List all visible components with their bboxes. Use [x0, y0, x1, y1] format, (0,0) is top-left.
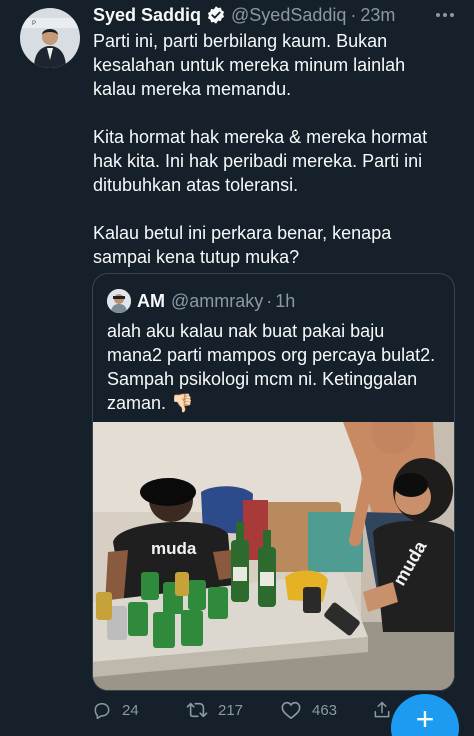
retweet-button[interactable]: 217: [186, 700, 243, 720]
tweet-actions: 24 217 463: [92, 696, 392, 724]
like-count: 463: [312, 701, 338, 719]
reply-count: 24: [122, 701, 139, 719]
shirt-logo-left: muda: [151, 539, 197, 558]
retweet-icon: [186, 702, 208, 718]
quoted-tweet-header: AM @ammraky · 1h: [107, 288, 295, 314]
tweet-text: Parti ini, parti berbilang kaum. Bukan k…: [93, 29, 453, 269]
reply-icon: [94, 703, 110, 720]
quoted-display-name: AM: [137, 290, 165, 311]
like-button[interactable]: 463: [280, 700, 337, 720]
handle[interactable]: @SyedSaddiq: [231, 5, 346, 26]
quoted-photo[interactable]: muda muda: [93, 410, 454, 690]
svg-text:P: P: [32, 21, 36, 27]
share-icon: [374, 701, 390, 718]
quoted-avatar: [107, 289, 131, 313]
compose-tweet-button[interactable]: +: [391, 694, 459, 736]
verified-badge-icon: [206, 5, 226, 25]
retweet-count: 217: [218, 701, 244, 719]
display-name[interactable]: Syed Saddiq: [93, 5, 201, 26]
tweet-header: Syed Saddiq @SyedSaddiq · 23m: [93, 2, 454, 28]
share-button[interactable]: [372, 700, 392, 720]
compose-plus-icon: +: [415, 701, 435, 736]
tweet-paragraph: Kalau betul ini perkara benar, kenapa sa…: [93, 223, 392, 267]
quoted-handle: @ammraky: [171, 290, 264, 311]
quoted-timestamp: 1h: [275, 290, 296, 311]
avatar[interactable]: P: [20, 8, 80, 68]
tweet-paragraph: Parti ini, parti berbilang kaum. Bukan k…: [93, 31, 406, 99]
quoted-tweet[interactable]: AM @ammraky · 1h alah aku kalau nak buat…: [92, 273, 455, 691]
quoted-separator: ·: [266, 290, 273, 311]
tweet: P Syed Saddiq @SyedSaddiq · 23m Parti in…: [0, 0, 474, 736]
quoted-tweet-text: alah aku kalau nak buat pakai baju mana2…: [107, 321, 436, 413]
reply-button[interactable]: 24: [92, 700, 139, 720]
separator: ·: [350, 4, 357, 25]
tweet-paragraph: Kita hormat hak mereka & mereka hormat h…: [93, 127, 428, 195]
like-icon: [281, 701, 301, 719]
timestamp[interactable]: 23m: [360, 5, 395, 26]
more-icon[interactable]: [432, 2, 458, 28]
